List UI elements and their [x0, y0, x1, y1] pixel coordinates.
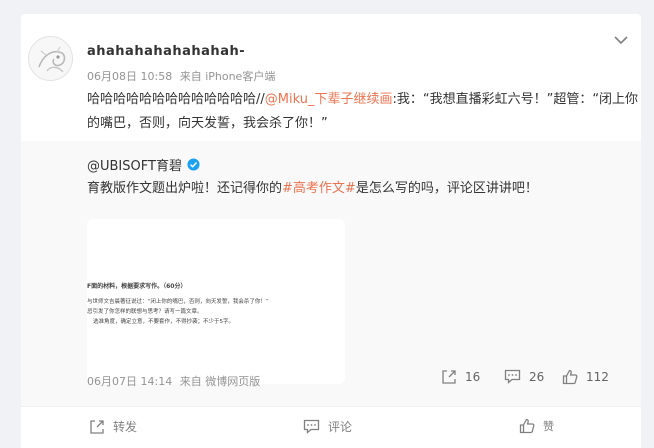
retweet-text-prefix: 育教版作文题出炉啦！还记得你的: [87, 181, 283, 196]
post-text: 哈哈哈哈哈哈哈哈哈哈哈哈哈//@Miku_下辈子继续画:我：“我想直播彩虹六号！…: [87, 88, 639, 136]
comment-icon: [303, 419, 320, 434]
thumbs-up-icon: [519, 418, 535, 434]
like-label: 赞: [543, 420, 554, 433]
repost-label: 转发: [113, 420, 138, 434]
comment-button[interactable]: 评论: [303, 418, 352, 435]
avatar-image: [29, 37, 72, 80]
retweet-repost-count-button[interactable]: 16: [441, 369, 480, 385]
retweet-text: 育教版作文题出炉啦！还记得你的#高考作文#是怎么写的吗，评论区讲讲吧！: [87, 179, 538, 199]
retweet-meta: 06月07日 14:14 来自 微博网页版: [87, 373, 264, 389]
image-text-line: F面的材料，根据要求写作。（60分）: [87, 283, 187, 290]
post-meta: 06月08日 10:58 来自 iPhone客户端: [87, 68, 279, 84]
comment-icon: [504, 369, 521, 384]
image-text-line: 选准角度，确定立意，不要套作，不得抄袭；不少于5字。: [93, 319, 235, 325]
retweet-author: @UBISOFT育碧: [87, 155, 200, 174]
retweet-comment-count-button[interactable]: 26: [504, 369, 544, 384]
retweet-block: @UBISOFT育碧 育教版作文题出炉啦！还记得你的#高考作文#是怎么写的吗，评…: [21, 141, 641, 406]
post-date[interactable]: 06月08日 10:58: [87, 70, 172, 83]
retweet-like-count: 112: [586, 370, 609, 384]
verified-badge-icon: [187, 158, 200, 171]
image-text-line: 忌引发了你怎样的联想与思考？请写一篇文章。: [87, 309, 203, 315]
divider: [21, 406, 641, 407]
mention-link[interactable]: @Miku_下辈子继续画: [265, 92, 393, 107]
retweet-image[interactable]: F面的材料，根据要求写作。（60分） 与世师文吉晨著征说过：“闭上你的嘴巴，否则…: [87, 219, 345, 384]
author-name[interactable]: ahahahahahahahah-: [87, 44, 245, 59]
avatar[interactable]: [28, 36, 73, 81]
chevron-down-icon: [614, 35, 628, 44]
like-button[interactable]: 赞: [519, 418, 554, 434]
image-text-line: 与世师文吉晨著征说过：“闭上你的嘴巴，否则，向天发誓，我会杀了你！”: [87, 299, 269, 305]
comment-label: 评论: [328, 420, 353, 434]
retweet-like-count-button[interactable]: 112: [562, 369, 609, 385]
post-text-prefix: 哈哈哈哈哈哈哈哈哈哈哈哈哈//: [87, 92, 265, 107]
repost-button[interactable]: 转发: [89, 418, 137, 435]
retweet-date[interactable]: 06月07日 14:14: [87, 375, 172, 388]
retweet-comment-count: 26: [529, 369, 545, 384]
post-source: 来自 iPhone客户端: [179, 70, 276, 83]
hashtag-link[interactable]: #高考作文#: [282, 181, 356, 196]
repost-icon: [442, 370, 456, 384]
post-menu-button[interactable]: [611, 30, 631, 50]
thumbs-up-icon: [562, 369, 578, 385]
retweet-source: 来自 微博网页版: [179, 375, 261, 388]
repost-icon: [90, 419, 104, 434]
retweet-text-suffix: 是怎么写的吗，评论区讲讲吧！: [355, 181, 538, 196]
retweet-author-name[interactable]: @UBISOFT育碧: [87, 155, 182, 174]
weibo-post-card: ahahahahahahahah- 06月08日 10:58 来自 iPhone…: [21, 14, 641, 448]
retweet-repost-count: 16: [465, 370, 481, 384]
